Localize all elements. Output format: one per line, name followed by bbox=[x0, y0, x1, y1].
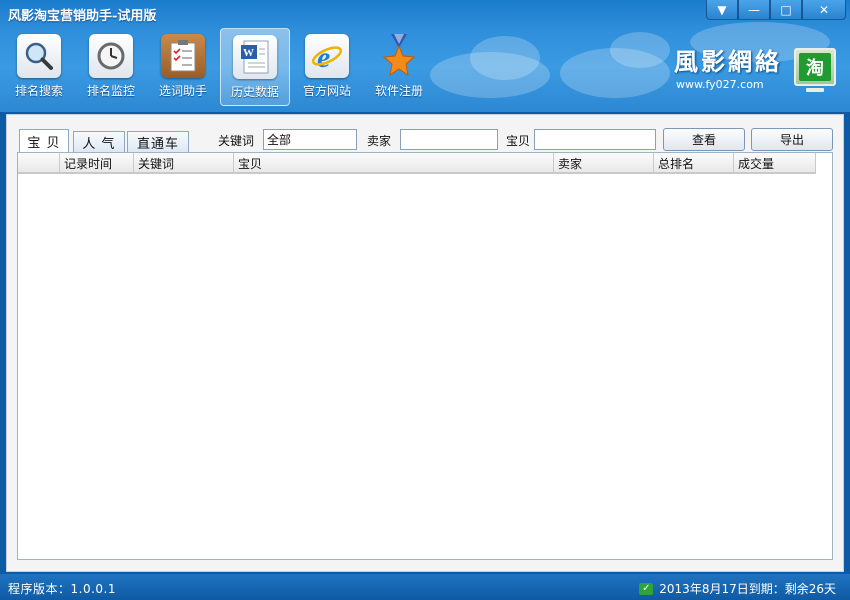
maximize-icon: □ bbox=[780, 2, 792, 17]
window-controls: ▼ — □ ✕ bbox=[706, 0, 846, 20]
toolbar-rank-monitor-button[interactable]: 排名监控 bbox=[76, 28, 146, 106]
toolbar-rank-search-button[interactable]: 排名搜索 bbox=[4, 28, 74, 106]
chevron-down-icon: ▼ bbox=[717, 2, 727, 17]
seller-label: 卖家 bbox=[367, 134, 392, 148]
column-header-keyword[interactable]: 关键词 bbox=[134, 153, 234, 172]
column-header-record-time[interactable]: 记录时间 bbox=[60, 153, 134, 172]
cloud-decoration bbox=[470, 36, 540, 80]
row-header-column bbox=[18, 153, 60, 172]
export-button[interactable]: 导出 bbox=[751, 128, 833, 151]
version-text: 程序版本：1.0.0.1 bbox=[8, 582, 116, 596]
toolbar-history-data-button[interactable]: W 历史数据 bbox=[220, 28, 290, 106]
clipboard-checklist-icon bbox=[161, 34, 205, 78]
column-header-sales-volume[interactable]: 成交量 bbox=[734, 153, 816, 172]
toolbar-software-register-button[interactable]: 软件注册 bbox=[364, 28, 434, 106]
keyword-input[interactable] bbox=[263, 129, 357, 150]
toolbar-label: 官方网站 bbox=[302, 84, 351, 98]
toolbar-official-site-button[interactable]: e 官方网站 bbox=[292, 28, 362, 106]
clock-icon bbox=[89, 34, 133, 78]
close-icon: ✕ bbox=[818, 2, 830, 17]
taobao-logo-text: 淘 bbox=[799, 53, 831, 81]
toolbar-label: 历史数据 bbox=[230, 85, 279, 99]
toolbar-label: 排名搜索 bbox=[14, 84, 63, 98]
dropdown-menu-button[interactable]: ▼ bbox=[706, 0, 738, 20]
brand-name: 風影網絡 bbox=[674, 47, 782, 76]
check-icon: ✓ bbox=[639, 582, 654, 595]
cloud-decoration bbox=[610, 32, 670, 68]
ie-browser-icon: e bbox=[305, 34, 349, 78]
taobao-logo-stand bbox=[806, 88, 824, 92]
word-document-icon: W bbox=[233, 35, 277, 79]
status-bar: 程序版本：1.0.0.1 ✓ 2013年8月17日到期：剩余26天 bbox=[0, 574, 850, 600]
tab-renqi[interactable]: 人 气 bbox=[73, 131, 125, 153]
column-header-item[interactable]: 宝贝 bbox=[234, 153, 554, 172]
close-button[interactable]: ✕ bbox=[802, 0, 846, 20]
item-input[interactable] bbox=[534, 129, 656, 150]
svg-text:W: W bbox=[243, 47, 254, 59]
expiry-text: 2013年8月17日到期：剩余26天 bbox=[659, 582, 836, 596]
medal-star-icon bbox=[377, 34, 421, 78]
column-header-seller[interactable]: 卖家 bbox=[554, 153, 654, 172]
magnifier-icon bbox=[17, 34, 61, 78]
expiry-status: ✓ 2013年8月17日到期：剩余26天 bbox=[639, 580, 836, 597]
brand-url: www.fy027.com bbox=[676, 78, 764, 91]
view-button[interactable]: 查看 bbox=[663, 128, 745, 151]
taobao-logo: 淘 bbox=[794, 48, 836, 86]
minimize-button[interactable]: — bbox=[738, 0, 770, 20]
column-header-total-rank[interactable]: 总排名 bbox=[654, 153, 734, 172]
svg-text:e: e bbox=[317, 41, 330, 73]
grid-header: 记录时间 关键词 宝贝 卖家 总排名 成交量 bbox=[18, 153, 816, 174]
toolbar-label: 选词助手 bbox=[158, 84, 207, 98]
seller-input[interactable] bbox=[400, 129, 498, 150]
main-panel: 宝 贝 人 气 直通车 关键词 卖家 宝贝 查看 导出 记录时间 关键词 宝贝 … bbox=[6, 114, 844, 572]
item-label: 宝贝 bbox=[506, 134, 531, 148]
app-title: 风影淘宝营销助手-试用版 bbox=[8, 9, 157, 24]
tab-baobei[interactable]: 宝 贝 bbox=[19, 129, 69, 153]
data-grid[interactable]: 记录时间 关键词 宝贝 卖家 总排名 成交量 bbox=[17, 152, 833, 560]
toolbar-label: 排名监控 bbox=[86, 84, 135, 98]
toolbar-keyword-helper-button[interactable]: 选词助手 bbox=[148, 28, 218, 106]
maximize-button[interactable]: □ bbox=[770, 0, 802, 20]
keyword-label: 关键词 bbox=[218, 134, 255, 148]
minimize-icon: — bbox=[748, 2, 760, 17]
tab-zhitongche[interactable]: 直通车 bbox=[127, 131, 189, 153]
toolbar-label: 软件注册 bbox=[374, 84, 423, 98]
app-header: 风影淘宝营销助手-试用版 ▼ — □ ✕ 排名搜索 排名监控 选词助手 W 历史… bbox=[0, 0, 850, 112]
